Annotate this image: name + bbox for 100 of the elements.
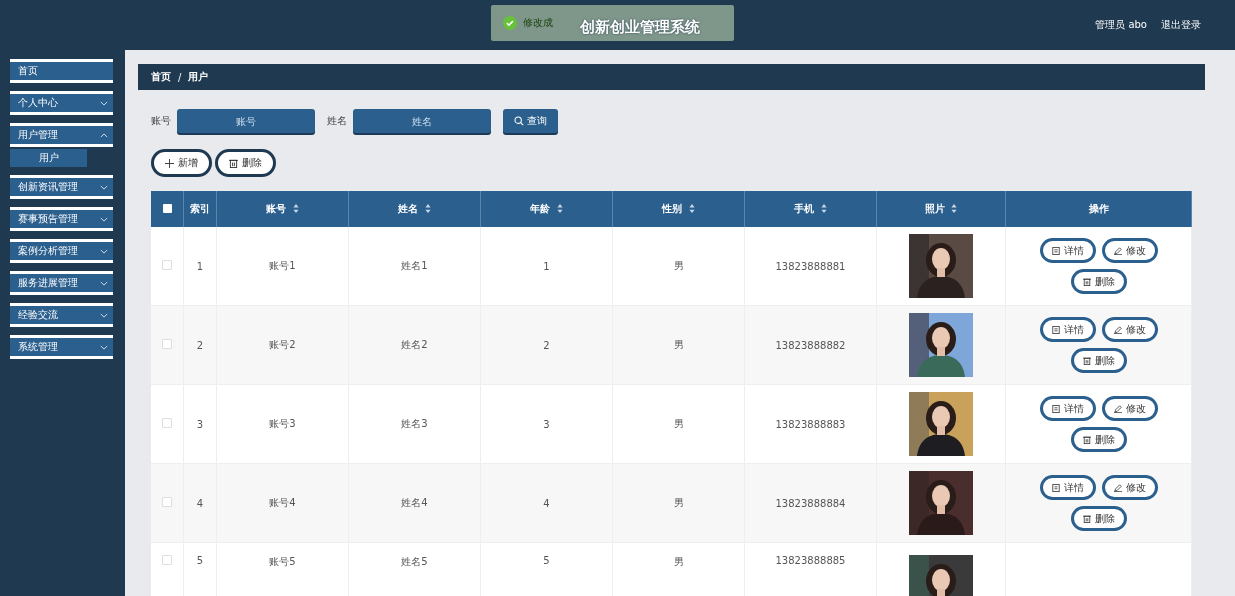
- table-cell: 2: [196, 339, 204, 351]
- table-cell: 4: [196, 497, 204, 509]
- chevron-icon: [100, 132, 108, 138]
- search-field[interactable]: 姓名: [353, 109, 491, 133]
- table-cell: 姓名1: [401, 260, 428, 271]
- column-header[interactable]: 手机: [744, 191, 877, 227]
- table-cell: 1: [196, 260, 204, 272]
- trash-icon: [229, 158, 238, 168]
- table-cell: 3: [196, 418, 204, 430]
- column-header[interactable]: 操作: [1005, 191, 1192, 227]
- search-icon: [514, 116, 524, 126]
- search-field[interactable]: 账号: [177, 109, 315, 133]
- add-button[interactable]: 新增: [151, 149, 212, 177]
- document-icon: [1051, 404, 1060, 413]
- table-cell: 13823888882: [775, 339, 846, 351]
- table-cell: 13823888884: [775, 497, 846, 509]
- detail-button[interactable]: 详情: [1039, 475, 1096, 500]
- sort-icon[interactable]: [951, 204, 958, 213]
- column-header[interactable]: 性别: [612, 191, 745, 227]
- row-checkbox[interactable]: [162, 260, 172, 270]
- sort-icon[interactable]: [820, 204, 827, 213]
- edit-button[interactable]: 修改: [1101, 238, 1158, 263]
- row-checkbox[interactable]: [162, 418, 172, 428]
- logout-link[interactable]: 退出登录: [1161, 18, 1201, 32]
- search-button[interactable]: 查询: [503, 109, 558, 133]
- table-cell: 姓名2: [401, 339, 428, 350]
- table-cell: 姓名4: [401, 497, 428, 508]
- row-checkbox[interactable]: [162, 555, 172, 565]
- table-cell: 账号5: [269, 556, 296, 567]
- column-header[interactable]: 账号: [216, 191, 349, 227]
- pencil-icon: [1113, 404, 1122, 413]
- column-header[interactable]: 索引: [183, 191, 217, 227]
- edit-button[interactable]: 修改: [1101, 396, 1158, 421]
- sidebar-item[interactable]: 服务进展管理: [10, 271, 113, 295]
- table-cell: 男: [673, 260, 684, 271]
- document-icon: [1051, 325, 1060, 334]
- chevron-icon: [100, 216, 108, 222]
- sidebar-item[interactable]: 用户管理: [10, 123, 113, 147]
- table-cell: 男: [673, 418, 684, 429]
- sidebar-item[interactable]: 个人中心: [10, 91, 113, 115]
- trash-icon: [1082, 514, 1091, 523]
- user-name: 管理员 abo: [1095, 18, 1147, 32]
- chevron-icon: [100, 280, 108, 286]
- delete-button[interactable]: 删除: [215, 149, 276, 177]
- app-title: 创新创业管理系统: [579, 17, 700, 37]
- chevron-icon: [100, 100, 108, 106]
- breadcrumb-link[interactable]: 用户: [188, 70, 209, 84]
- detail-button[interactable]: 详情: [1039, 238, 1096, 263]
- detail-button[interactable]: 详情: [1039, 396, 1096, 421]
- sort-icon[interactable]: [424, 204, 431, 213]
- column-header[interactable]: 年龄: [480, 191, 613, 227]
- edit-button[interactable]: 修改: [1101, 317, 1158, 342]
- table-cell: 3: [543, 418, 550, 430]
- sort-icon[interactable]: [688, 204, 695, 213]
- breadcrumb-link[interactable]: 首页: [151, 70, 171, 84]
- column-header[interactable]: 照片: [876, 191, 1006, 227]
- pencil-icon: [1113, 483, 1122, 492]
- document-icon: [1051, 483, 1060, 492]
- sidebar-item[interactable]: 案例分析管理: [10, 239, 113, 263]
- delete-button[interactable]: 删除: [1070, 269, 1127, 294]
- sort-icon[interactable]: [556, 204, 563, 213]
- table-cell: 姓名5: [401, 556, 428, 567]
- sidebar-subitem[interactable]: 用户: [10, 149, 87, 167]
- table-cell: 账号2: [269, 339, 296, 350]
- row-checkbox[interactable]: [162, 497, 172, 507]
- table-cell: 13823888883: [775, 418, 846, 430]
- delete-button[interactable]: 删除: [1070, 427, 1127, 452]
- trash-icon: [1082, 435, 1091, 444]
- row-checkbox[interactable]: [162, 339, 172, 349]
- sort-icon[interactable]: [292, 204, 299, 213]
- chevron-icon: [100, 344, 108, 350]
- pencil-icon: [1113, 246, 1122, 255]
- table-cell: 4: [543, 497, 550, 509]
- toast-message: 修改成: [523, 16, 553, 30]
- sidebar-item[interactable]: 经验交流: [10, 303, 113, 327]
- field-label: 姓名: [327, 114, 347, 128]
- table-cell: 5: [196, 555, 204, 566]
- table-cell: 1: [543, 260, 550, 272]
- edit-button[interactable]: 修改: [1101, 475, 1158, 500]
- success-icon: [503, 16, 517, 30]
- select-all-checkbox[interactable]: [162, 203, 172, 213]
- delete-button[interactable]: 删除: [1070, 348, 1127, 373]
- trash-icon: [1082, 356, 1091, 365]
- chevron-icon: [100, 248, 108, 254]
- table-cell: 男: [673, 556, 684, 567]
- breadcrumb-separator: /: [178, 71, 182, 83]
- column-header[interactable]: 姓名: [348, 191, 481, 227]
- table-cell: 账号3: [269, 418, 296, 429]
- pencil-icon: [1113, 325, 1122, 334]
- table-cell: 账号4: [269, 497, 296, 508]
- sidebar-item[interactable]: 首页: [10, 59, 113, 83]
- sidebar-item[interactable]: 赛事预告管理: [10, 207, 113, 231]
- document-icon: [1051, 246, 1060, 255]
- detail-button[interactable]: 详情: [1039, 317, 1096, 342]
- sidebar-item[interactable]: 创新资讯管理: [10, 175, 113, 199]
- chevron-icon: [100, 312, 108, 318]
- table-cell: 13823888881: [775, 260, 846, 272]
- table-cell: 13823888885: [775, 555, 846, 566]
- delete-button[interactable]: 删除: [1070, 506, 1127, 531]
- sidebar-item[interactable]: 系统管理: [10, 335, 113, 359]
